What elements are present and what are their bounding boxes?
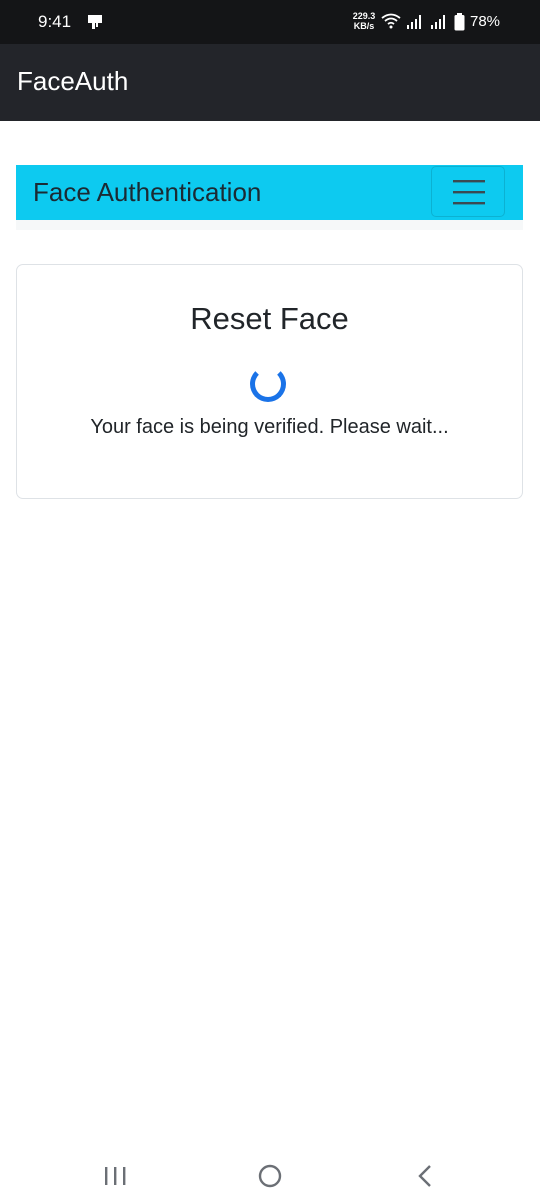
network-speed-value: 229.3 [352, 11, 376, 21]
battery-percentage: 78% [470, 13, 501, 30]
status-time: 9:41 [38, 12, 72, 31]
navbar-brand[interactable]: Face Authentication [33, 177, 261, 208]
home-icon[interactable] [258, 1164, 282, 1188]
back-icon[interactable] [416, 1164, 434, 1188]
app-title: FaceAuth [17, 66, 129, 96]
verification-message: Your face is being verified. Please wait… [90, 416, 449, 438]
app-bar: FaceAuth [0, 44, 540, 121]
reset-face-card: Reset Face Your face is being verified. … [16, 264, 523, 499]
battery-icon [454, 13, 465, 31]
system-navigation-bar [0, 1150, 540, 1204]
card-title: Reset Face [190, 301, 349, 336]
signal-icon [431, 15, 445, 29]
network-speed: 229.3 KB/s [350, 11, 378, 31]
signal-icon [407, 15, 421, 29]
loading-spinner-icon [250, 366, 286, 402]
navbar: Face Authentication [16, 165, 523, 220]
navbar-divider [16, 220, 523, 230]
wifi-icon [381, 13, 401, 29]
notification-icon [88, 15, 102, 29]
recents-icon[interactable] [103, 1166, 127, 1186]
hamburger-icon [453, 180, 485, 205]
status-bar: 9:41 229.3 KB/s 78% [0, 0, 540, 44]
navbar-toggle-button[interactable] [431, 166, 505, 217]
network-speed-unit: KB/s [353, 21, 375, 31]
